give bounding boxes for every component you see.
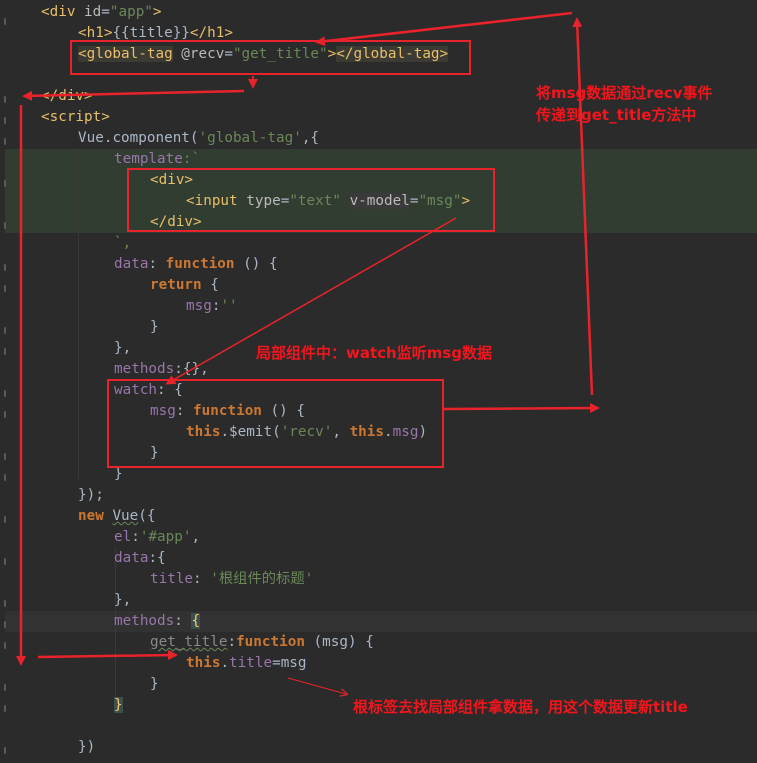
- arrow-to-global-tag: [315, 11, 573, 47]
- annotation-note-3: 根标签去找局部组件拿数据，用这个数据更新title: [353, 698, 688, 716]
- annotation-note-1: 将msg数据通过recv事件 传递到get_title方法中: [536, 84, 713, 124]
- arrow-up-right: [572, 17, 594, 396]
- arrow-to-get-title: [37, 650, 178, 661]
- annotation-note-2: 局部组件中：watch监听msg数据: [256, 344, 493, 362]
- arrow-to-note-3: [287, 677, 346, 694]
- arrow-left-top: [22, 89, 245, 101]
- arrow-from-watch: [443, 403, 600, 414]
